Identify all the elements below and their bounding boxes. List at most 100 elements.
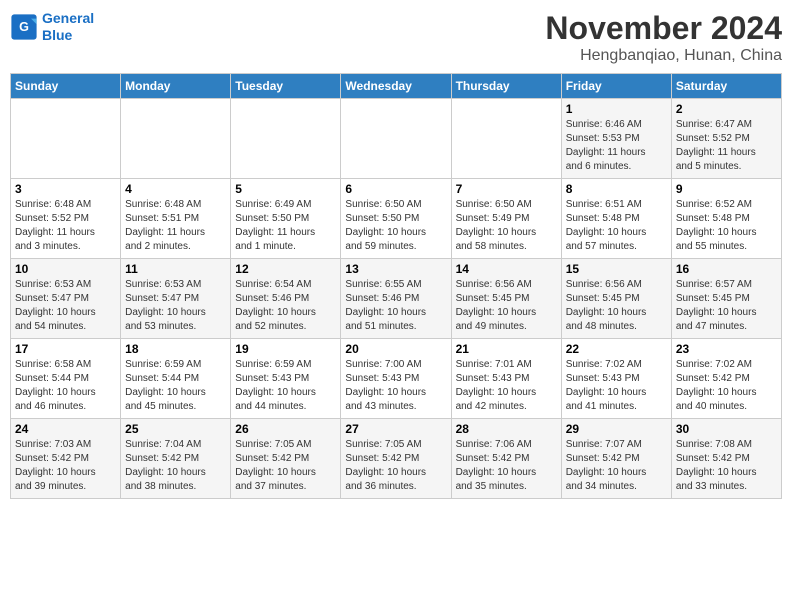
calendar-cell [11, 99, 121, 179]
logo-line1: General [42, 10, 94, 26]
day-number: 28 [456, 422, 557, 436]
calendar-cell: 20 Sunrise: 7:00 AMSunset: 5:43 PMDayligh… [341, 339, 451, 419]
calendar-cell [121, 99, 231, 179]
day-number: 1 [566, 102, 667, 116]
day-number: 22 [566, 342, 667, 356]
calendar-cell: 4 Sunrise: 6:48 AMSunset: 5:51 PMDaylight… [121, 179, 231, 259]
logo-text: General Blue [42, 10, 94, 44]
day-info: Sunrise: 6:50 AMSunset: 5:49 PMDaylight:… [456, 198, 557, 254]
calendar-cell: 22 Sunrise: 7:02 AMSunset: 5:43 PMDayligh… [561, 339, 671, 419]
day-info: Sunrise: 6:47 AMSunset: 5:52 PMDaylight:… [676, 118, 777, 174]
calendar-body: 1 Sunrise: 6:46 AMSunset: 5:53 PMDaylight… [11, 99, 782, 499]
day-info: Sunrise: 6:57 AMSunset: 5:45 PMDaylight:… [676, 278, 777, 334]
day-info: Sunrise: 7:05 AMSunset: 5:42 PMDaylight:… [345, 438, 446, 494]
day-of-week-header: Saturday [671, 74, 781, 99]
calendar-cell: 28 Sunrise: 7:06 AMSunset: 5:42 PMDayligh… [451, 419, 561, 499]
day-info: Sunrise: 6:48 AMSunset: 5:51 PMDaylight:… [125, 198, 226, 254]
calendar-table: SundayMondayTuesdayWednesdayThursdayFrid… [10, 73, 782, 499]
calendar-cell: 14 Sunrise: 6:56 AMSunset: 5:45 PMDayligh… [451, 259, 561, 339]
day-number: 8 [566, 182, 667, 196]
calendar-week-row: 17 Sunrise: 6:58 AMSunset: 5:44 PMDayligh… [11, 339, 782, 419]
day-of-week-header: Friday [561, 74, 671, 99]
day-info: Sunrise: 6:51 AMSunset: 5:48 PMDaylight:… [566, 198, 667, 254]
day-info: Sunrise: 6:54 AMSunset: 5:46 PMDaylight:… [235, 278, 336, 334]
day-number: 16 [676, 262, 777, 276]
calendar-cell: 7 Sunrise: 6:50 AMSunset: 5:49 PMDaylight… [451, 179, 561, 259]
calendar-cell: 21Sunrise: 7:01 AMSunset: 5:43 PMDayligh… [451, 339, 561, 419]
day-number: 19 [235, 342, 336, 356]
calendar-week-row: 3 Sunrise: 6:48 AMSunset: 5:52 PMDaylight… [11, 179, 782, 259]
day-number: 15 [566, 262, 667, 276]
day-number: 12 [235, 262, 336, 276]
day-number: 3 [15, 182, 116, 196]
day-number: 27 [345, 422, 446, 436]
day-number: 25 [125, 422, 226, 436]
day-info: Sunrise: 6:59 AMSunset: 5:43 PMDaylight:… [235, 358, 336, 414]
calendar-cell: 26 Sunrise: 7:05 AMSunset: 5:42 PMDayligh… [231, 419, 341, 499]
day-number: 26 [235, 422, 336, 436]
page-header: G General Blue November 2024 Hengbanqiao… [10, 10, 782, 65]
calendar-cell [451, 99, 561, 179]
day-info: Sunrise: 7:06 AMSunset: 5:42 PMDaylight:… [456, 438, 557, 494]
day-number: 23 [676, 342, 777, 356]
day-number: 17 [15, 342, 116, 356]
day-of-week-header: Wednesday [341, 74, 451, 99]
title-block: November 2024 Hengbanqiao, Hunan, China [545, 10, 782, 65]
day-info: Sunrise: 6:52 AMSunset: 5:48 PMDaylight:… [676, 198, 777, 254]
day-number: 4 [125, 182, 226, 196]
day-of-week-header: Thursday [451, 74, 561, 99]
day-of-week-header: Sunday [11, 74, 121, 99]
calendar-cell: 12 Sunrise: 6:54 AMSunset: 5:46 PMDayligh… [231, 259, 341, 339]
svg-text:G: G [19, 20, 29, 34]
day-number: 24 [15, 422, 116, 436]
calendar-cell: 17 Sunrise: 6:58 AMSunset: 5:44 PMDayligh… [11, 339, 121, 419]
day-info: Sunrise: 6:55 AMSunset: 5:46 PMDaylight:… [345, 278, 446, 334]
day-number: 29 [566, 422, 667, 436]
day-info: Sunrise: 6:59 AMSunset: 5:44 PMDaylight:… [125, 358, 226, 414]
day-info: Sunrise: 7:00 AMSunset: 5:43 PMDaylight:… [345, 358, 446, 414]
calendar-cell [231, 99, 341, 179]
day-info: Sunrise: 6:46 AMSunset: 5:53 PMDaylight:… [566, 118, 667, 174]
calendar-cell: 15 Sunrise: 6:56 AMSunset: 5:45 PMDayligh… [561, 259, 671, 339]
day-info: Sunrise: 7:05 AMSunset: 5:42 PMDaylight:… [235, 438, 336, 494]
calendar-cell: 29Sunrise: 7:07 AMSunset: 5:42 PMDayligh… [561, 419, 671, 499]
day-number: 20 [345, 342, 446, 356]
calendar-cell: 6 Sunrise: 6:50 AMSunset: 5:50 PMDaylight… [341, 179, 451, 259]
day-number: 7 [456, 182, 557, 196]
day-info: Sunrise: 6:58 AMSunset: 5:44 PMDaylight:… [15, 358, 116, 414]
day-info: Sunrise: 6:48 AMSunset: 5:52 PMDaylight:… [15, 198, 116, 254]
day-info: Sunrise: 6:49 AMSunset: 5:50 PMDaylight:… [235, 198, 336, 254]
calendar-cell: 5Sunrise: 6:49 AMSunset: 5:50 PMDaylight… [231, 179, 341, 259]
day-number: 13 [345, 262, 446, 276]
day-info: Sunrise: 6:56 AMSunset: 5:45 PMDaylight:… [456, 278, 557, 334]
calendar-cell: 8 Sunrise: 6:51 AMSunset: 5:48 PMDaylight… [561, 179, 671, 259]
calendar-week-row: 10Sunrise: 6:53 AMSunset: 5:47 PMDayligh… [11, 259, 782, 339]
day-of-week-header: Tuesday [231, 74, 341, 99]
day-number: 2 [676, 102, 777, 116]
calendar-cell: 18Sunrise: 6:59 AMSunset: 5:44 PMDayligh… [121, 339, 231, 419]
day-info: Sunrise: 6:50 AMSunset: 5:50 PMDaylight:… [345, 198, 446, 254]
calendar-subtitle: Hengbanqiao, Hunan, China [545, 47, 782, 65]
day-info: Sunrise: 7:02 AMSunset: 5:43 PMDaylight:… [566, 358, 667, 414]
day-info: Sunrise: 7:02 AMSunset: 5:42 PMDaylight:… [676, 358, 777, 414]
day-info: Sunrise: 7:08 AMSunset: 5:42 PMDaylight:… [676, 438, 777, 494]
calendar-cell: 10Sunrise: 6:53 AMSunset: 5:47 PMDayligh… [11, 259, 121, 339]
calendar-cell: 23 Sunrise: 7:02 AMSunset: 5:42 PMDayligh… [671, 339, 781, 419]
day-number: 6 [345, 182, 446, 196]
day-info: Sunrise: 6:53 AMSunset: 5:47 PMDaylight:… [125, 278, 226, 334]
day-number: 21 [456, 342, 557, 356]
calendar-cell: 30Sunrise: 7:08 AMSunset: 5:42 PMDayligh… [671, 419, 781, 499]
day-of-week-header: Monday [121, 74, 231, 99]
calendar-cell: 13 Sunrise: 6:55 AMSunset: 5:46 PMDayligh… [341, 259, 451, 339]
calendar-cell: 24 Sunrise: 7:03 AMSunset: 5:42 PMDayligh… [11, 419, 121, 499]
calendar-cell: 25Sunrise: 7:04 AMSunset: 5:42 PMDayligh… [121, 419, 231, 499]
calendar-cell: 2 Sunrise: 6:47 AMSunset: 5:52 PMDaylight… [671, 99, 781, 179]
day-info: Sunrise: 6:56 AMSunset: 5:45 PMDaylight:… [566, 278, 667, 334]
days-header-row: SundayMondayTuesdayWednesdayThursdayFrid… [11, 74, 782, 99]
calendar-cell: 27 Sunrise: 7:05 AMSunset: 5:42 PMDayligh… [341, 419, 451, 499]
day-info: Sunrise: 7:03 AMSunset: 5:42 PMDaylight:… [15, 438, 116, 494]
calendar-cell: 3 Sunrise: 6:48 AMSunset: 5:52 PMDaylight… [11, 179, 121, 259]
logo-line2: Blue [42, 27, 72, 43]
day-number: 14 [456, 262, 557, 276]
calendar-cell [341, 99, 451, 179]
